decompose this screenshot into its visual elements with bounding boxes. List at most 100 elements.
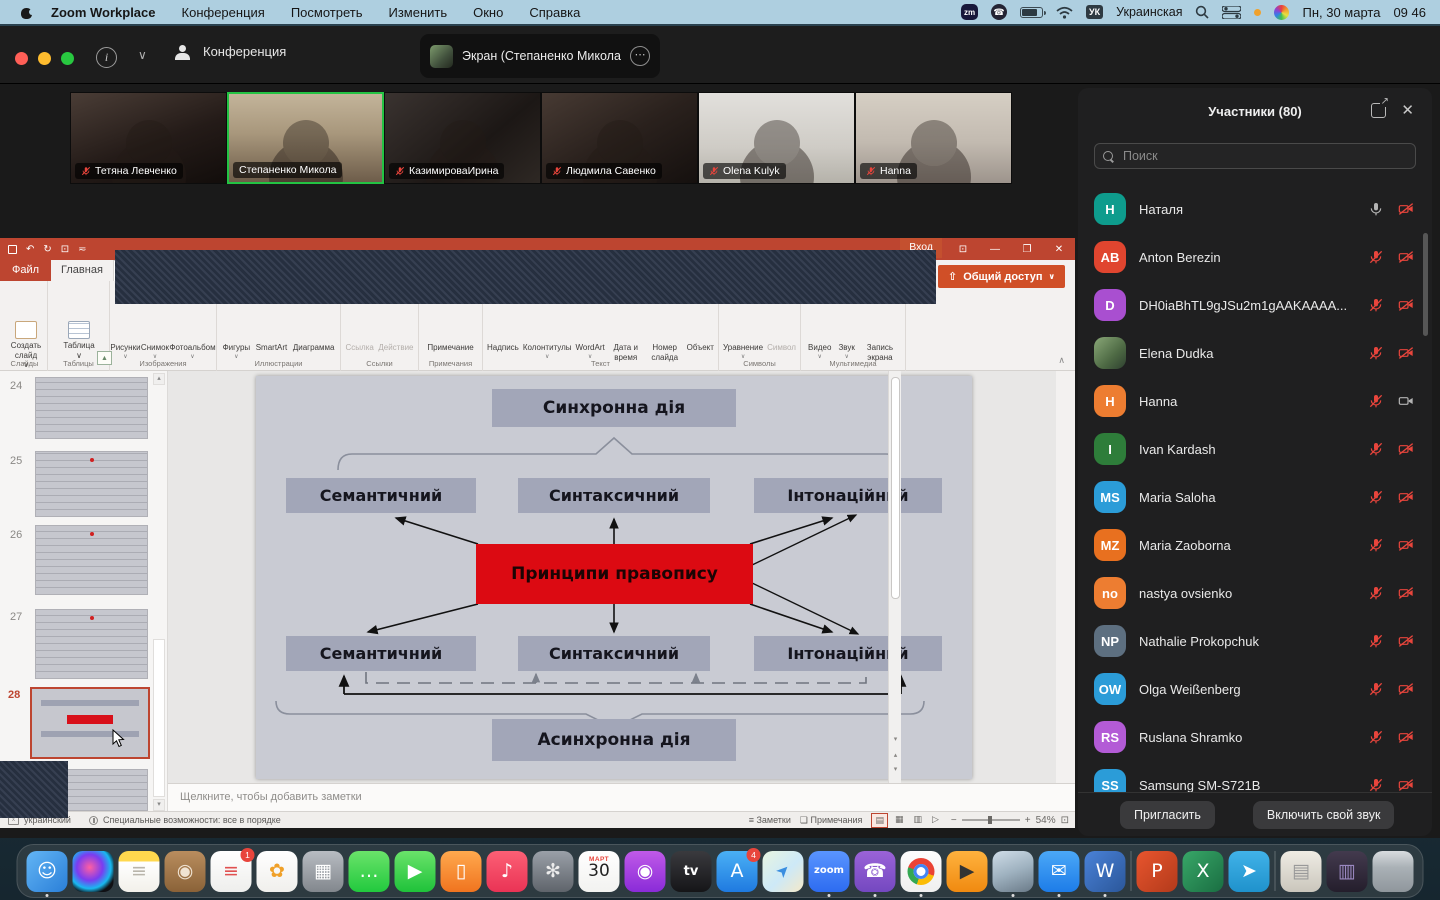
scroll-down-icon[interactable]: ▾ (889, 735, 902, 743)
video-tile[interactable]: Людмила Савенко (541, 92, 698, 184)
video-tile[interactable]: КазимироваИрина (384, 92, 541, 184)
dock-icon-siri[interactable] (73, 851, 114, 892)
comments-toggle[interactable]: ❏ Примечания (800, 815, 863, 826)
input-source-label[interactable]: Украинская (1116, 5, 1182, 19)
minimize-window-button[interactable] (38, 52, 51, 65)
diagram-box-semantic-top[interactable]: Семантичний (286, 478, 476, 513)
menu-help[interactable]: Справка (529, 5, 580, 20)
ribbon-options-icon[interactable]: ⊡ (947, 244, 979, 255)
save-icon[interactable] (8, 245, 17, 254)
dock-minimized-window[interactable]: ▤ (1281, 851, 1322, 892)
slide-thumbnail[interactable] (35, 609, 148, 679)
menu-view[interactable]: Посмотреть (291, 5, 363, 20)
thumbnails-scroll-up[interactable]: ▴ (153, 373, 165, 385)
undo-icon[interactable]: ↶ (26, 244, 34, 255)
dock-icon-telegram[interactable]: ➤ (1229, 851, 1270, 892)
dock-icon-viber[interactable]: ☎ (855, 851, 896, 892)
participant-row[interactable]: MZ Maria Zaoborna (1078, 521, 1432, 569)
participant-row[interactable]: MS Maria Saloha (1078, 473, 1432, 521)
dock-separator[interactable] (1131, 851, 1132, 891)
dock-icon-zoom[interactable]: zoom (809, 851, 850, 892)
diagram-box-syntactic-top[interactable]: Синтаксичний (518, 478, 710, 513)
dock-icon-books[interactable]: ▯ (441, 851, 482, 892)
participant-row[interactable]: SS Samsung SM-S721B (1078, 761, 1432, 792)
object-button[interactable]: Объект (687, 343, 714, 353)
close-panel-icon[interactable]: ✕ (1401, 101, 1414, 119)
diagram-box-semantic-bottom[interactable]: Семантичний (286, 636, 476, 671)
popout-panel-icon[interactable] (1371, 103, 1386, 118)
share-button[interactable]: ⇧ Общий доступ ∨ (938, 265, 1065, 288)
dock-icon-finder[interactable]: ☺ (27, 851, 68, 892)
thumbnails-scroll-down[interactable]: ▾ (153, 799, 165, 811)
close-window-button[interactable] (15, 52, 28, 65)
search-input[interactable] (1121, 148, 1407, 164)
unmute-button[interactable]: Включить свой звук (1253, 801, 1395, 829)
dock-icon-photos[interactable]: ✿ (257, 851, 298, 892)
tab-file[interactable]: Файл (0, 260, 51, 281)
diagram-box-asynchronous[interactable]: Асинхронна дія (492, 719, 736, 761)
zoom-status-icon[interactable]: zm (961, 4, 978, 20)
dock-icon-trash[interactable] (1373, 851, 1414, 892)
dock-icon-music[interactable]: ♪ (487, 851, 528, 892)
normal-view-button[interactable]: ▤ (871, 813, 888, 828)
zoom-in-icon[interactable]: + (1025, 815, 1031, 826)
thumbnails-scrollbar[interactable] (153, 639, 165, 797)
diagram-box-synchronous[interactable]: Синхронна дія (492, 389, 736, 427)
zoom-slider-track[interactable] (962, 819, 1020, 821)
slide-thumbnail[interactable] (35, 451, 148, 517)
chevron-down-icon[interactable]: ∨ (138, 48, 147, 62)
video-tile[interactable]: Тетяна Левченко (70, 92, 227, 184)
slide-thumbnail[interactable] (35, 377, 148, 439)
participant-row[interactable]: no nastya ovsienko (1078, 569, 1432, 617)
dock-icon-app-store[interactable]: A 4 (717, 851, 758, 892)
participant-row[interactable]: H Hanna (1078, 377, 1432, 425)
dock-icon-notes[interactable]: ≡ (119, 851, 160, 892)
dock-icon-calendar[interactable]: МАРТ 30 (579, 851, 620, 892)
scrollbar-thumb[interactable] (891, 377, 900, 599)
participant-row[interactable]: OW Olga Weißenberg (1078, 665, 1432, 713)
apple-logo-icon[interactable] (20, 5, 33, 20)
participants-list[interactable]: H Наталя (1078, 185, 1432, 792)
chart-button[interactable]: Диаграмма (293, 343, 335, 353)
diagram-box-syntactic-bottom[interactable]: Синтаксичний (518, 636, 710, 671)
video-tile[interactable]: Hanna (855, 92, 1012, 184)
previous-slide-icon[interactable]: ▴ (889, 751, 902, 759)
wifi-icon[interactable] (1056, 6, 1073, 19)
participant-row[interactable]: H Наталя (1078, 185, 1432, 233)
invite-button[interactable]: Пригласить (1120, 801, 1215, 829)
quick-access-toolbar[interactable]: ↶ ↻ ⊡ ≂ (8, 244, 87, 255)
dock-icon-settings[interactable]: ✻ (533, 851, 574, 892)
dock-minimized-window[interactable]: ▥ (1327, 851, 1368, 892)
dock-icon-podcasts[interactable]: ◉ (625, 851, 666, 892)
battery-icon[interactable] (1020, 7, 1043, 18)
fullscreen-window-button[interactable] (61, 52, 74, 65)
zoom-out-icon[interactable]: − (951, 815, 957, 826)
slideshow-view-button[interactable]: ▷ (929, 813, 942, 828)
restore-icon[interactable]: ❐ (1011, 244, 1043, 255)
dock-icon-media-player[interactable]: ▶ (947, 851, 988, 892)
slide-sorter-view-button[interactable]: ▦ (892, 813, 907, 828)
slide-thumbnail[interactable] (35, 525, 148, 595)
dock-icon-photo-viewer[interactable] (993, 851, 1034, 892)
text-box-button[interactable]: Надпись (487, 343, 519, 353)
dock-icon-facetime[interactable]: ▶ (395, 851, 436, 892)
dock-icon-powerpoint[interactable]: P (1137, 851, 1178, 892)
close-icon[interactable]: ✕ (1043, 244, 1075, 255)
fit-to-window-icon[interactable]: ⊡ (1061, 815, 1069, 826)
menu-window[interactable]: Окно (473, 5, 503, 20)
participant-row[interactable]: RS Ruslana Shramko (1078, 713, 1432, 761)
redo-icon[interactable]: ↻ (43, 244, 51, 255)
participants-search[interactable] (1094, 143, 1416, 169)
dock-icon-messages[interactable]: … (349, 851, 390, 892)
tab-conference[interactable]: Конференция (175, 44, 286, 59)
menu-bar-time[interactable]: 09 46 (1393, 5, 1426, 20)
participant-row[interactable]: Elena Dudka (1078, 329, 1432, 377)
dock-icon-chrome[interactable] (901, 851, 942, 892)
notes-toggle[interactable]: ≡ Заметки (749, 815, 791, 825)
participants-scrollbar[interactable] (1423, 233, 1428, 336)
participant-row[interactable]: NP Nathalie Prokopchuk (1078, 617, 1432, 665)
participant-row[interactable]: D DH0iaBhTL9gJSu2m1gAAKAAAA... (1078, 281, 1432, 329)
comment-button[interactable]: Примечание (427, 343, 473, 353)
dock-icon-maps[interactable]: ➤ (763, 851, 804, 892)
tab-shared-screen[interactable]: Экран (Степаненко Микола) ⋯ (420, 34, 660, 78)
